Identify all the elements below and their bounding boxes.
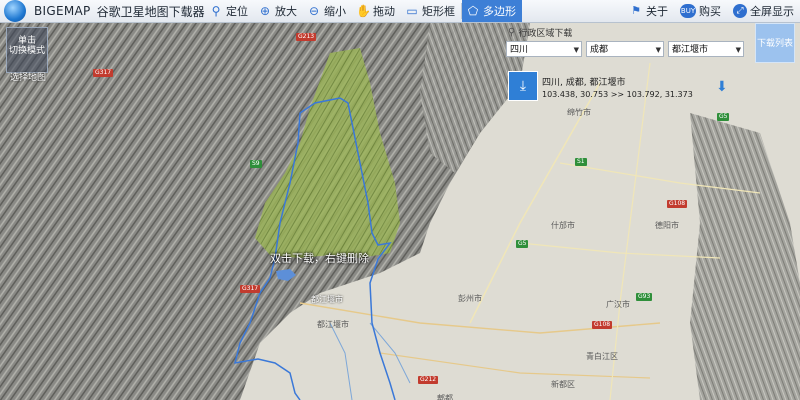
- map-hint: 双击下载，右键删除: [270, 252, 369, 265]
- download-arrow-icon[interactable]: ⬇: [716, 79, 728, 95]
- road-badge: G213: [296, 33, 317, 41]
- region-coordinates: 103.438, 30.753 >> 103.792, 31.373: [542, 90, 693, 99]
- locate-label: 定位: [226, 5, 248, 18]
- zoom-in-button[interactable]: ⊕ 放大: [254, 0, 303, 22]
- zoom-out-icon: ⊖: [308, 4, 320, 18]
- buy-icon: BUY: [680, 4, 696, 18]
- brand-name: BIGEMAP: [34, 4, 91, 18]
- map-label: 青白江区: [586, 352, 618, 361]
- chevron-down-icon: ▼: [735, 46, 741, 54]
- road-badge: G108: [667, 200, 688, 208]
- download-icon: ⤓: [519, 78, 527, 94]
- polygon-button[interactable]: ⬠ 多边形: [462, 0, 522, 22]
- road-badge: G5: [516, 240, 529, 248]
- locate-button[interactable]: ⚲ 定位: [205, 0, 254, 22]
- rectangle-icon: ▭: [406, 4, 418, 18]
- download-list-button[interactable]: 下载列表: [755, 23, 795, 63]
- district-select[interactable]: 都江堰市 ▼: [668, 41, 744, 57]
- switcher-text: 单击 切换模式: [7, 36, 47, 56]
- province-value: 四川: [510, 45, 529, 55]
- zoom-out-label: 缩小: [324, 5, 346, 18]
- download-region-button[interactable]: ⤓: [508, 71, 538, 101]
- select-map-caption[interactable]: 选择地图: [5, 70, 51, 83]
- chevron-down-icon: ▼: [573, 46, 579, 54]
- fullscreen-button[interactable]: ⤢ 全屏显示: [727, 0, 800, 22]
- map-canvas[interactable]: 绵竹市 什邡市 德阳市 彭州市 广汉市 都江堰市 青白江区 新都区 郫都 都江堰…: [0, 23, 800, 400]
- road-badge: S1: [575, 158, 587, 166]
- about-button[interactable]: ⚑ 关于: [623, 0, 674, 22]
- road-badge: G93: [636, 293, 653, 301]
- buy-label: 购买: [699, 5, 721, 18]
- buy-button[interactable]: BUY 购买: [674, 0, 727, 22]
- about-icon: ⚑: [631, 4, 641, 17]
- map-label: 新都区: [551, 380, 575, 389]
- city-select[interactable]: 成都 ▼: [586, 41, 664, 57]
- pan-label: 拖动: [373, 5, 395, 18]
- zoom-in-label: 放大: [275, 5, 297, 18]
- road-badge: G108: [592, 321, 613, 329]
- fullscreen-icon: ⤢: [733, 4, 747, 18]
- title-toolbar: BIGEMAP 谷歌卫星地图下载器 ⚲ 定位 ⊕ 放大 ⊖ 缩小 ✋ 拖动 ▭ 矩形框 ⬠…: [0, 0, 800, 23]
- zoom-out-button[interactable]: ⊖ 缩小: [303, 0, 352, 22]
- toolbar-right-group: ⚑ 关于 BUY 购买 ⤢ 全屏显示: [623, 0, 800, 22]
- province-select[interactable]: 四川 ▼: [506, 41, 582, 57]
- road-badge: G212: [418, 376, 439, 384]
- map-mode-switcher[interactable]: 单击 切换模式 选择地图: [6, 27, 48, 83]
- rectangle-button[interactable]: ▭ 矩形框: [401, 0, 461, 22]
- about-label: 关于: [646, 5, 668, 18]
- road-badge: G5: [717, 113, 730, 121]
- region-title: ⚲ 行政区域下载: [508, 26, 572, 39]
- app-title: 谷歌卫星地图下载器: [96, 4, 205, 19]
- region-title-text: 行政区域下载: [518, 29, 573, 39]
- map-label: 都江堰市: [317, 320, 349, 329]
- road-badge: S9: [250, 160, 262, 168]
- globe-logo-icon: [4, 0, 26, 22]
- fullscreen-label: 全屏显示: [750, 5, 794, 18]
- polygon-icon: ⬠: [467, 4, 479, 18]
- pan-button[interactable]: ✋ 拖动: [352, 0, 401, 22]
- road-badge: G317: [93, 69, 114, 77]
- region-download-panel: ⚲ 行政区域下载 四川 ▼ 成都 ▼ 都江堰市 ▼ ⤓ 四川, 成都, 都江堰市…: [504, 23, 746, 113]
- selected-region-path: 四川, 成都, 都江堰市: [542, 78, 626, 88]
- switcher-line2: 切换模式: [8, 46, 45, 56]
- map-label: 广汉市: [606, 300, 630, 309]
- road-badge: G317: [240, 285, 261, 293]
- switcher-line1: 单击: [17, 36, 36, 46]
- hand-icon: ✋: [356, 4, 371, 18]
- app-logo: BIGEMAP 谷歌卫星地图下载器: [0, 0, 205, 22]
- polygon-label: 多边形: [483, 5, 516, 18]
- search-icon: ⚲: [508, 27, 516, 38]
- map-label: 什邡市: [551, 221, 575, 230]
- map-label: 彭州市: [458, 294, 482, 303]
- rectangle-label: 矩形框: [422, 5, 455, 18]
- map-label: 郫都: [437, 394, 453, 400]
- zoom-in-icon: ⊕: [259, 4, 271, 18]
- map-label: 都江堰市: [311, 295, 343, 304]
- city-value: 成都: [590, 45, 609, 55]
- chevron-down-icon: ▼: [655, 46, 661, 54]
- map-label: 德阳市: [655, 221, 679, 230]
- pin-icon: ⚲: [211, 4, 221, 18]
- district-value: 都江堰市: [672, 45, 709, 55]
